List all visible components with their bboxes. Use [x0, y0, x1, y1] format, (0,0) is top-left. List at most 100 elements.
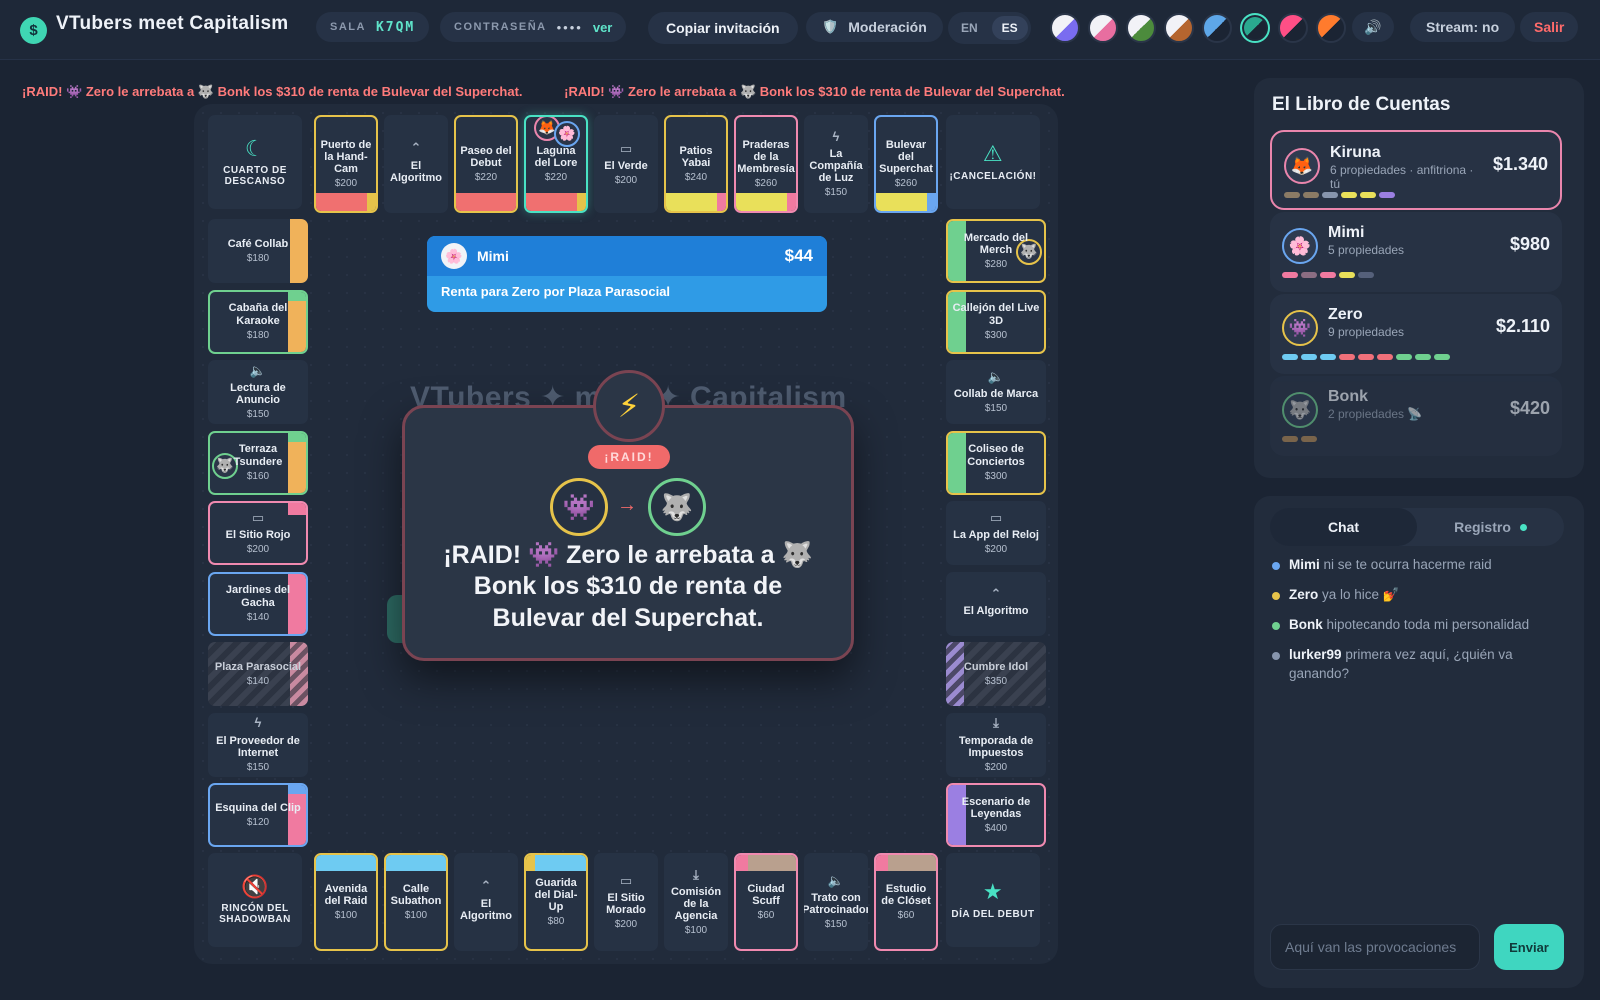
send-button[interactable]: Enviar [1494, 924, 1564, 970]
player-name: Zero [1328, 306, 1363, 323]
tile-name: Callejón del Live 3D [952, 302, 1040, 327]
board-space[interactable]: Praderas de la Membresía $260 [734, 115, 798, 213]
board-space[interactable]: Paseo del Debut $220 [454, 115, 518, 213]
lightning-icon: ⚡ [593, 370, 665, 442]
board-space[interactable]: ϟ El Proveedor de Internet $150 [208, 712, 308, 777]
corner-cancellation-icon: ⚠ [982, 141, 1004, 167]
board-space[interactable]: ⌃ El Algoritmo [384, 115, 448, 213]
tile-name: El Algoritmo [390, 159, 442, 184]
show-password-button[interactable]: ver [593, 20, 613, 35]
board-space[interactable]: ⌃ El Algoritmo [946, 571, 1046, 636]
board-space[interactable]: Patios Yabai $240 [664, 115, 728, 213]
board-space[interactable]: Laguna del Lore $220 🦊 🌸 [524, 115, 588, 213]
property-chip [1301, 354, 1317, 360]
board-space[interactable]: Terraza Tsundere $160 🐺 [208, 430, 308, 495]
ledger-panel: El Libro de Cuentas 🦊 Kiruna 6 propiedades… [1254, 78, 1584, 478]
password-label: CONTRASEÑA [454, 21, 547, 33]
board-space[interactable]: Coliseo de Conciertos $300 [946, 430, 1046, 495]
corner-rest-room-icon: ☾ [244, 135, 266, 161]
board-space[interactable]: ▭ La App del Reloj $200 [946, 501, 1046, 565]
board-space[interactable]: Cabaña del Karaoke $180 [208, 289, 308, 354]
tile-name: Bulevar del Superchat [879, 138, 933, 176]
board-space[interactable]: Callejón del Live 3D $300 [946, 289, 1046, 354]
exit-button[interactable]: Salir [1520, 12, 1579, 42]
theme-swatch[interactable] [1088, 13, 1118, 43]
corner-cancellation[interactable]: ⚠ ¡CANCELACIÓN! [946, 115, 1040, 209]
board-space[interactable]: Ciudad Scuff $60 [734, 853, 798, 951]
player-account[interactable]: 🦊 Kiruna 6 propiedades · anfitriona · tú $1… [1270, 130, 1562, 210]
board-space[interactable]: 🔈 Collab de Marca $150 [946, 360, 1046, 424]
board-space[interactable]: ⌃ El Algoritmo [454, 853, 518, 951]
corner-rest-room[interactable]: ☾ CUARTO DE DESCANSO [208, 115, 302, 209]
tile-name: Laguna del Lore [534, 144, 578, 169]
theme-swatch[interactable] [1126, 13, 1156, 43]
board-space[interactable]: 🔈 Trato con Patrocinador $150 [804, 853, 868, 951]
board-space[interactable]: ϟ La Compañía de Luz $150 [804, 115, 868, 213]
theme-swatch[interactable] [1278, 13, 1308, 43]
tile-name: Ciudad Scuff [747, 882, 785, 907]
exit-label: Salir [1534, 19, 1565, 35]
board-space[interactable]: Jardines del Gacha $140 [208, 571, 308, 636]
theme-swatch[interactable] [1164, 13, 1194, 43]
corner-label: RINCÓN DEL SHADOWBAN [219, 903, 291, 926]
theme-swatch[interactable] [1240, 13, 1270, 43]
tab-chat[interactable]: Chat [1270, 508, 1417, 546]
bolt-icon: ϟ [254, 715, 262, 731]
tile-price: $400 [984, 823, 1008, 835]
board-space[interactable]: ▭ El Verde $200 [594, 115, 658, 213]
theme-swatch[interactable] [1202, 13, 1232, 43]
property-chips [1282, 436, 1317, 442]
corner-shadowban[interactable]: 🔇 RINCÓN DEL SHADOWBAN [208, 853, 302, 947]
board-space[interactable]: Avenida del Raid $100 [314, 853, 378, 951]
monitor-icon: ▭ [251, 509, 265, 525]
tab-log[interactable]: Registro [1417, 508, 1564, 546]
player-account[interactable]: 🐺 Bonk 2 propiedades 📡 $420 [1270, 376, 1562, 456]
copy-invite-button[interactable]: Copiar invitación [648, 12, 798, 44]
board-space[interactable]: ⤓ Comisión de la Agencia $100 [664, 853, 728, 951]
board-space[interactable]: Bulevar del Superchat $260 [874, 115, 938, 213]
password-pill: CONTRASEÑA •••• ver [440, 12, 627, 42]
tile-price: $120 [246, 817, 270, 829]
board-space[interactable]: Estudio de Clóset $60 [874, 853, 938, 951]
board-space[interactable]: Plaza Parasocial $140 [208, 642, 308, 706]
lang-en-button[interactable]: EN [951, 16, 988, 40]
board-space[interactable]: Café Collab $180 [208, 219, 308, 283]
board-space[interactable]: Guarida del Dial-Up $80 [524, 853, 588, 951]
player-name: Kiruna [1330, 144, 1381, 161]
moderation-button[interactable]: 🛡️ Moderación [806, 12, 943, 42]
player-avatar: 🦊 [1284, 148, 1320, 184]
board-space[interactable]: ⤓ Temporada de Impuestos $200 [946, 712, 1046, 777]
board-space[interactable]: Puerto de la Hand-Cam $200 [314, 115, 378, 213]
board-space[interactable]: Mercado del Merch $280 🐺 [946, 219, 1046, 283]
player-avatar: 🌸 [1282, 228, 1318, 264]
stream-status-button[interactable]: Stream: no [1410, 12, 1516, 42]
lang-es-button[interactable]: ES [991, 16, 1028, 40]
board-space[interactable]: ▭ El Sitio Morado $200 [594, 853, 658, 951]
tile-name: El Proveedor de Internet [216, 734, 300, 759]
volume-button[interactable]: 🔊 [1352, 12, 1394, 42]
board-space[interactable]: Esquina del Clip $120 [208, 783, 308, 847]
theme-swatch[interactable] [1316, 13, 1346, 43]
tile-price: $200 [334, 178, 358, 190]
unread-dot-icon [1519, 523, 1527, 531]
toast-message: Renta para Zero por Plaza Parasocial [441, 284, 671, 299]
player-account[interactable]: 👾 Zero 9 propiedades $2.110 [1270, 294, 1562, 374]
chat-input[interactable] [1270, 924, 1480, 970]
corner-debut-day[interactable]: ★ DÍA DEL DEBUT [946, 853, 1040, 947]
board-space[interactable]: Calle Subathon $100 [384, 853, 448, 951]
corner-debut-day-icon: ★ [982, 879, 1004, 905]
ticker-item: ¡RAID! 👾 Zero le arrebata a 🐺 Bonk los $… [22, 84, 523, 99]
property-chip [1434, 354, 1450, 360]
player-properties: 9 propiedades [1328, 325, 1405, 339]
tile-name: El Verde [604, 160, 648, 173]
property-chip [1377, 354, 1393, 360]
raid-message: ¡RAID! 👾 Zero le arrebata a 🐺 Bonk los $… [443, 541, 813, 632]
player-account[interactable]: 🌸 Mimi 5 propiedades $980 [1270, 212, 1562, 292]
board-space[interactable]: Escenario de Leyendas $400 [946, 783, 1046, 847]
board-space[interactable]: 🔈 Lectura de Anuncio $150 [208, 360, 308, 424]
board-space[interactable]: ▭ El Sitio Rojo $200 [208, 501, 308, 565]
corner-label: CUARTO DE DESCANSO [223, 165, 287, 188]
board-space[interactable]: Cumbre Idol $350 [946, 642, 1046, 706]
theme-swatch[interactable] [1050, 13, 1080, 43]
rent-toast: 🌸 Mimi $44 Renta para Zero por Plaza Par… [427, 236, 827, 312]
